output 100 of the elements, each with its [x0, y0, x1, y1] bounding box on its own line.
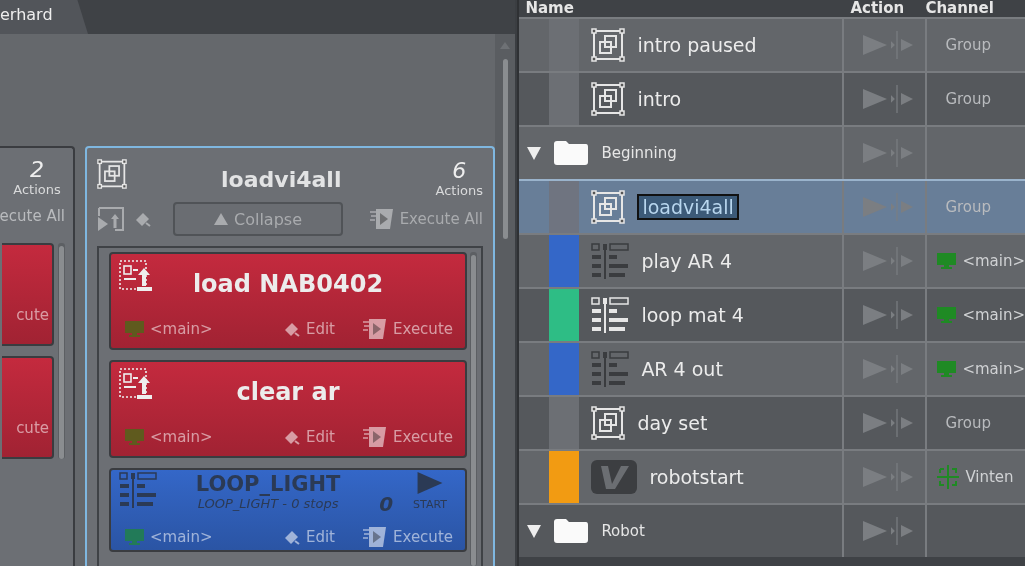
play-icon[interactable] — [862, 413, 887, 433]
pencil-icon — [283, 529, 300, 545]
item-name: intro paused — [637, 34, 757, 56]
play-icon[interactable] — [862, 89, 887, 109]
play-icon[interactable] — [862, 521, 887, 541]
channel-label: Group — [944, 36, 992, 54]
channel-label: <main> — [962, 360, 1025, 378]
stop-counter: 0 — [379, 492, 394, 516]
table-row[interactable]: intro paused Group — [519, 17, 1025, 71]
item-name: day set — [637, 412, 708, 434]
table-row[interactable]: day set Group — [519, 395, 1025, 449]
action-title: clear ar — [235, 377, 341, 406]
action-title: load NAB0402 — [191, 269, 385, 298]
expanded-caret-icon[interactable] — [527, 524, 542, 538]
execute-link[interactable]: Execute — [363, 426, 453, 448]
channel-label: <main> — [962, 252, 1025, 270]
monitor-icon — [937, 253, 957, 269]
monitor-icon — [125, 529, 144, 545]
playlist-icon — [591, 351, 630, 387]
channel-label: <main> — [125, 528, 284, 546]
action-card[interactable]: LOOP_LIGHT LOOP_LIGHT - 0 stops 0 START <main> Edit Execute — [109, 468, 467, 552]
step-play-icon[interactable] — [890, 85, 915, 113]
group-icon — [97, 159, 127, 189]
group-card[interactable]: loadvi4all 6 Actions Collapse Execute All load NAB0402 <main> Edit Execute clear ar <main> Edit Execute LOOP_LIGHT LOOP_LIGHT - 0 stops 0 START <main> Edit Execute — [85, 146, 495, 566]
group-icon — [591, 28, 626, 62]
table-row[interactable]: loadvi4all Group — [519, 179, 1025, 233]
play-icon[interactable] — [862, 143, 887, 163]
group-title: loadvi4all — [220, 165, 343, 192]
play-icon[interactable] — [862, 305, 887, 325]
execute-link[interactable]: Execute — [363, 526, 453, 548]
table-row[interactable]: Beginning — [519, 125, 1025, 179]
import-icon[interactable] — [97, 207, 125, 231]
tab[interactable]: erhard — [0, 0, 88, 34]
pencil-icon — [283, 321, 300, 337]
action-card[interactable]: cute — [2, 356, 54, 459]
table-row[interactable]: play AR 4 <main> — [519, 233, 1025, 287]
step-play-icon[interactable] — [890, 247, 915, 275]
column-header[interactable]: Channel — [919, 0, 1025, 17]
execute-all-link[interactable]: ecute All — [0, 207, 65, 225]
action-count-label: Actions — [13, 182, 61, 197]
execute-icon — [369, 208, 394, 230]
item-name: AR 4 out — [641, 358, 723, 380]
group-icon — [591, 82, 626, 116]
channel-label: Vinten — [965, 468, 1014, 486]
play-icon[interactable] — [862, 251, 887, 271]
channel-label: Group — [944, 414, 992, 432]
step-play-icon[interactable] — [890, 355, 915, 383]
step-play-icon[interactable] — [890, 517, 915, 545]
execute-link[interactable]: cute — [16, 419, 49, 437]
rename-field[interactable]: loadvi4all — [637, 194, 739, 220]
play-icon[interactable] — [862, 359, 887, 379]
action-title: LOOP_LIGHT — [195, 472, 341, 496]
load-template-icon — [119, 260, 153, 292]
action-card[interactable]: load NAB0402 <main> Edit Execute — [109, 252, 467, 350]
channel-label: <main> — [125, 428, 284, 446]
step-play-icon[interactable] — [890, 139, 915, 167]
folder-name: Beginning — [601, 144, 677, 162]
monitor-icon — [937, 307, 957, 323]
execute-icon — [363, 426, 387, 448]
group-icon — [591, 190, 626, 224]
expanded-caret-icon[interactable] — [527, 146, 542, 160]
step-play-icon[interactable] — [890, 31, 915, 59]
channel-label: Group — [944, 198, 992, 216]
item-name: robotstart — [649, 466, 744, 488]
step-play-icon[interactable] — [890, 301, 915, 329]
table-row[interactable]: Robot — [519, 503, 1025, 557]
table-row[interactable]: intro Group — [519, 71, 1025, 125]
table-row[interactable]: AR 4 out <main> — [519, 341, 1025, 395]
column-header[interactable]: Name — [519, 0, 845, 17]
play-icon[interactable] — [862, 467, 887, 487]
edit-link[interactable]: Edit — [283, 320, 335, 338]
table-row[interactable]: robotstart Vinten — [519, 449, 1025, 503]
channel-label: Group — [944, 90, 992, 108]
playlist-icon — [591, 297, 630, 333]
table-row[interactable]: loop mat 4 <main> — [519, 287, 1025, 341]
edit-link[interactable]: Edit — [283, 428, 335, 446]
execute-link[interactable]: cute — [16, 306, 49, 324]
item-name: loop mat 4 — [641, 304, 744, 326]
action-count: 2 — [30, 158, 44, 182]
crosshair-icon — [937, 465, 960, 489]
step-play-icon[interactable] — [890, 463, 915, 491]
scrollbar[interactable] — [495, 34, 516, 566]
monitor-icon — [125, 429, 144, 445]
folder-name: Robot — [601, 522, 645, 540]
monitor-icon — [937, 361, 957, 377]
edit-link[interactable]: Edit — [283, 528, 335, 546]
playlist-icon — [119, 472, 157, 508]
v-logo-icon — [591, 460, 638, 494]
item-name: intro — [637, 88, 682, 110]
action-subtitle: LOOP_LIGHT - 0 stops — [197, 496, 339, 511]
execute-link[interactable]: Execute — [363, 318, 453, 340]
load-template-icon — [119, 368, 153, 400]
column-header[interactable]: Action — [844, 0, 920, 17]
step-play-icon[interactable] — [890, 409, 915, 437]
action-card[interactable]: clear ar <main> Edit Execute — [109, 360, 467, 458]
execute-icon — [363, 318, 387, 340]
execute-icon — [363, 526, 387, 548]
action-card[interactable]: cute — [2, 243, 54, 346]
play-icon[interactable] — [862, 35, 887, 55]
playlist-icon — [591, 243, 630, 279]
